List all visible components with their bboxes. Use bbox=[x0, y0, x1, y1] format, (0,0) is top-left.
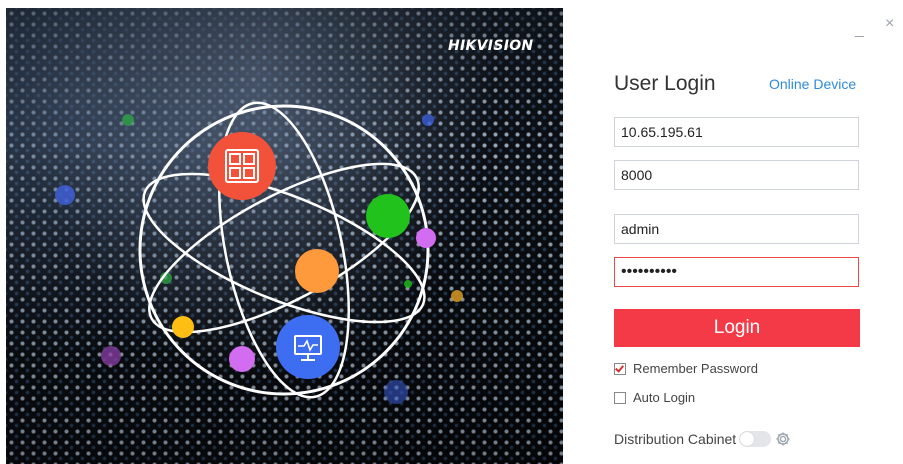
online-device-link[interactable]: Online Device bbox=[769, 76, 856, 92]
auto-login-label: Auto Login bbox=[633, 390, 696, 405]
password-field[interactable] bbox=[614, 257, 859, 287]
hero-banner: HIKVISION bbox=[6, 8, 563, 464]
distribution-cabinet-row: Distribution Cabinet bbox=[614, 431, 791, 447]
window-layout-node bbox=[208, 132, 276, 200]
purple-node-small bbox=[416, 228, 436, 248]
orange-node bbox=[295, 249, 339, 293]
atom-orbit bbox=[142, 172, 426, 324]
distribution-cabinet-toggle[interactable] bbox=[739, 431, 772, 447]
login-button[interactable]: Login bbox=[614, 309, 860, 347]
deco-dot bbox=[122, 114, 134, 126]
port-field[interactable] bbox=[614, 160, 859, 190]
toggle-knob bbox=[740, 432, 755, 446]
deco-dot bbox=[422, 114, 434, 126]
login-window: HIKVISION _ × User Login Online Device L… bbox=[0, 0, 903, 464]
remember-password-label: Remember Password bbox=[633, 361, 758, 376]
close-button[interactable]: × bbox=[885, 16, 894, 32]
gear-icon[interactable] bbox=[775, 431, 791, 447]
remember-password-checkbox[interactable]: Remember Password bbox=[614, 361, 758, 376]
brand-logo: HIKVISION bbox=[448, 38, 534, 54]
yellow-node bbox=[172, 316, 194, 338]
auto-login-checkbox[interactable]: Auto Login bbox=[614, 390, 695, 405]
minimize-button[interactable]: _ bbox=[855, 22, 864, 38]
monitor-node bbox=[276, 315, 340, 379]
page-title: User Login bbox=[614, 72, 716, 95]
checkbox-checked-icon bbox=[614, 362, 626, 375]
deco-dot bbox=[384, 380, 408, 404]
deco-dot bbox=[101, 346, 121, 366]
green-node bbox=[366, 194, 410, 238]
ip-address-field[interactable] bbox=[614, 117, 859, 147]
deco-dot bbox=[451, 290, 463, 302]
distribution-cabinet-label: Distribution Cabinet bbox=[614, 431, 737, 447]
atom-graphic bbox=[55, 101, 463, 404]
deco-dot bbox=[404, 280, 412, 288]
purple-node bbox=[229, 346, 255, 372]
login-panel: _ × User Login Online Device Login Remem… bbox=[563, 0, 903, 464]
deco-dot bbox=[55, 185, 75, 205]
checkbox-unchecked-icon bbox=[614, 391, 626, 404]
username-field[interactable] bbox=[614, 214, 859, 244]
